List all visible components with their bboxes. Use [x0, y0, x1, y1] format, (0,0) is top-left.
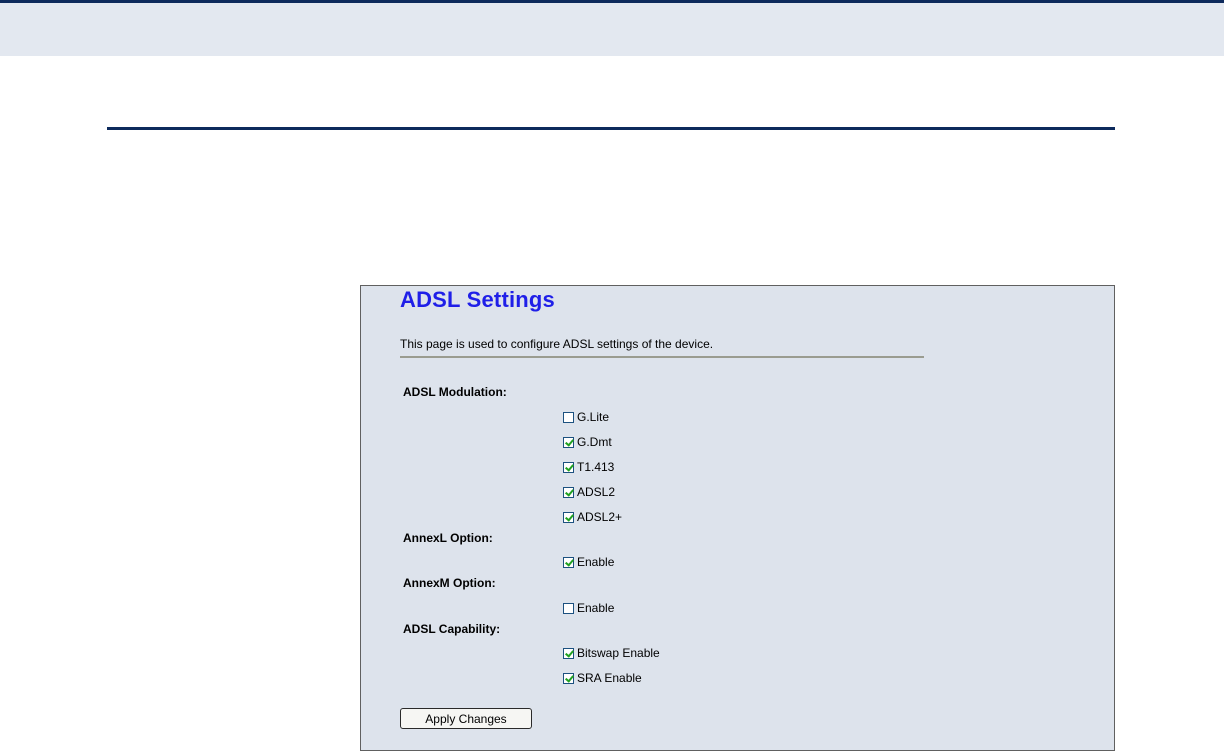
option-label: Bitswap Enable — [577, 646, 660, 660]
page-description: This page is used to configure ADSL sett… — [400, 337, 714, 351]
option-annexl-enable[interactable]: Enable — [563, 555, 614, 569]
adsl-modulation-label: ADSL Modulation: — [403, 385, 507, 399]
checkbox[interactable] — [563, 486, 574, 498]
checkbox[interactable] — [563, 647, 574, 659]
annexm-option-label: AnnexM Option: — [403, 576, 496, 590]
annexl-option-label: AnnexL Option: — [403, 531, 493, 545]
option-annexm-enable[interactable]: Enable — [563, 601, 614, 615]
option-adsl2[interactable]: ADSL2 — [563, 485, 615, 499]
option-label: ADSL2+ — [577, 510, 623, 524]
option-label: ADSL2 — [577, 485, 616, 499]
checkbox[interactable] — [563, 411, 574, 423]
top-header-band — [0, 0, 1224, 56]
checkbox[interactable] — [563, 461, 574, 473]
apply-changes-button[interactable]: Apply Changes — [400, 708, 532, 729]
checkbox[interactable] — [563, 511, 574, 523]
option-label: Enable — [577, 601, 615, 615]
option-g-dmt[interactable]: G.Dmt — [563, 435, 612, 449]
adsl-settings-panel: ADSL Settings This page is used to confi… — [360, 285, 1115, 751]
adsl-capability-label: ADSL Capability: — [403, 622, 501, 636]
option-label: T1.413 — [577, 460, 615, 474]
option-g-lite[interactable]: G.Lite — [563, 410, 609, 424]
option-label: G.Dmt — [577, 435, 612, 449]
option-t1-413[interactable]: T1.413 — [563, 460, 614, 474]
option-sra-enable[interactable]: SRA Enable — [563, 671, 642, 685]
section-divider — [107, 127, 1115, 130]
checkbox[interactable] — [563, 556, 574, 568]
checkbox[interactable] — [563, 602, 574, 614]
option-label: SRA Enable — [577, 671, 642, 685]
option-label: G.Lite — [577, 410, 610, 424]
checkbox[interactable] — [563, 672, 574, 684]
option-adsl2-plus[interactable]: ADSL2+ — [563, 510, 622, 524]
option-label: Enable — [577, 555, 615, 569]
checkbox[interactable] — [563, 436, 574, 448]
option-bitswap-enable[interactable]: Bitswap Enable — [563, 646, 660, 660]
page-title: ADSL Settings — [400, 287, 555, 312]
description-divider — [400, 356, 924, 358]
